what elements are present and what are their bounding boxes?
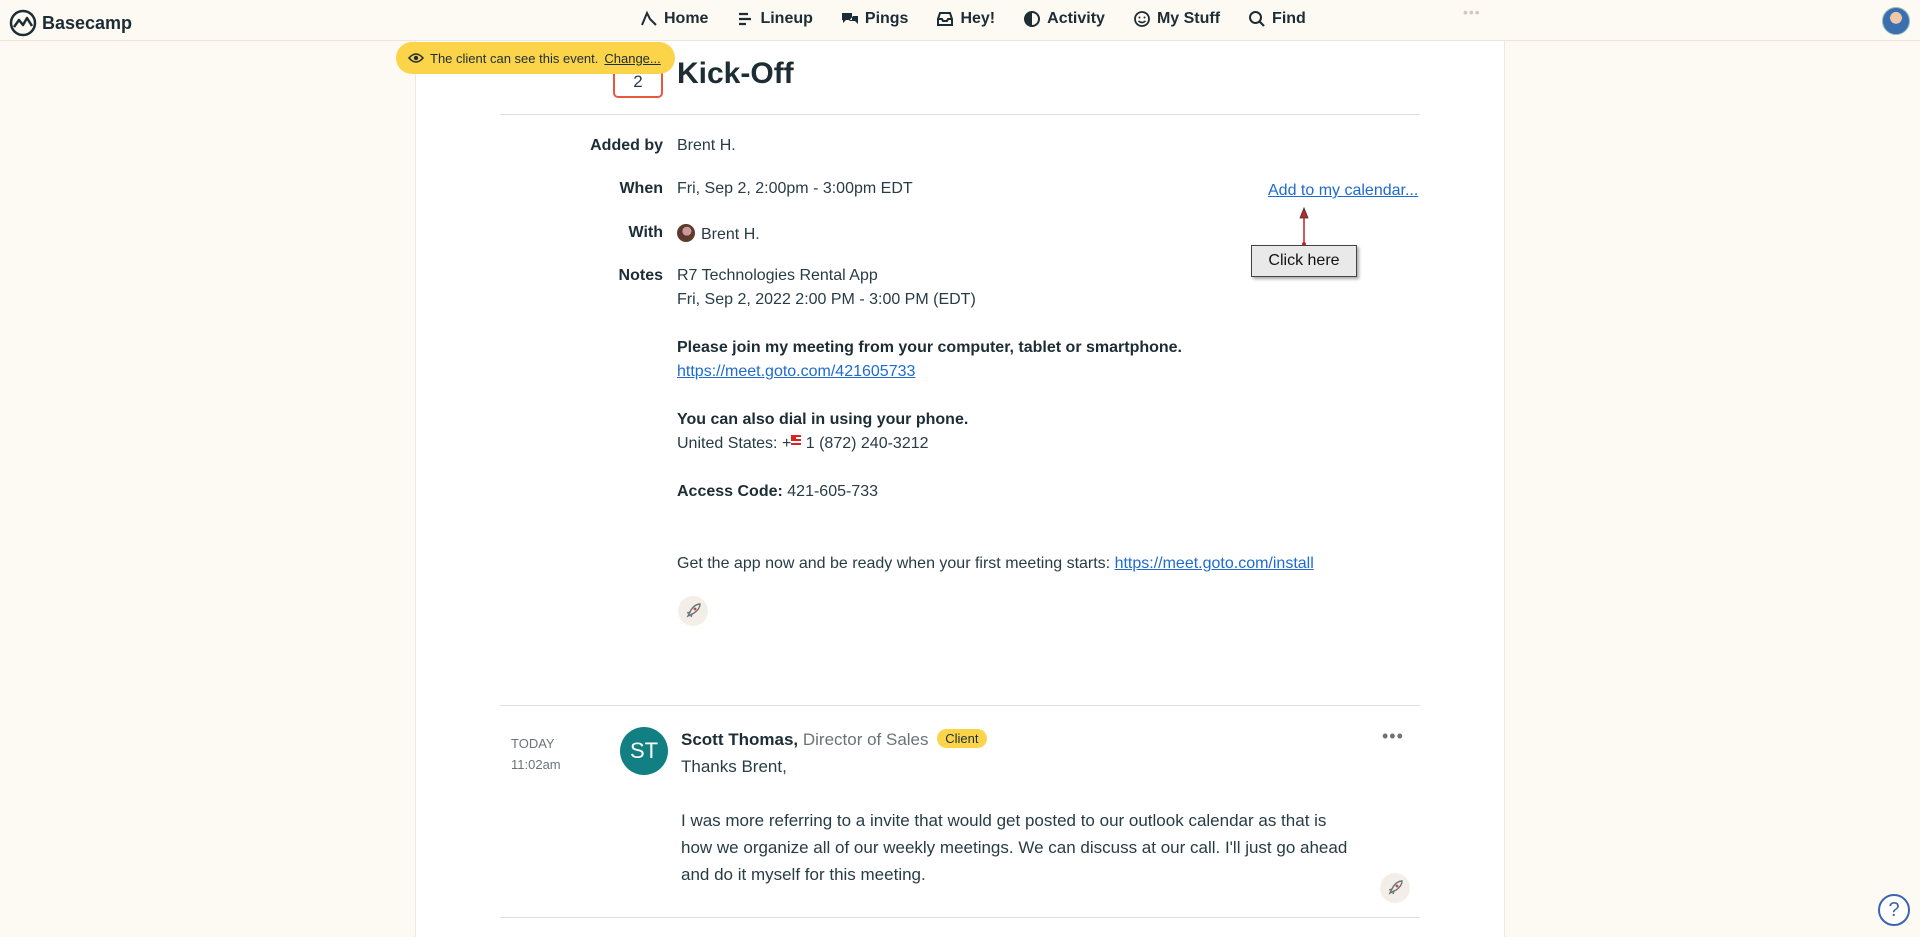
notes-label: Notes <box>618 267 663 284</box>
meeting-link[interactable]: https://meet.goto.com/421605733 <box>677 363 915 381</box>
add-to-calendar-link[interactable]: Add to my calendar... <box>1268 182 1418 200</box>
comment-timestamp: TODAY 11:02am <box>511 733 561 775</box>
when-value: Fri, Sep 2, 2:00pm - 3:00pm EDT <box>677 180 913 197</box>
user-avatar[interactable] <box>1882 7 1910 35</box>
rocket-icon <box>686 603 701 618</box>
nav-home-label: Home <box>664 10 709 27</box>
nav-hey[interactable]: Hey! <box>936 10 995 28</box>
nav-find[interactable]: Find <box>1248 10 1306 28</box>
nav-pings-label: Pings <box>864 10 909 27</box>
hey-icon <box>937 12 954 26</box>
dial-prefix: United States: + <box>677 435 792 452</box>
change-visibility-link[interactable]: Change... <box>604 51 660 66</box>
home-icon <box>641 10 657 26</box>
notes-dial-line: United States: + 1 (872) 240-3212 <box>677 435 929 453</box>
notes-access-line: Access Code: 421-605-733 <box>677 483 878 501</box>
nav-lineup-label: Lineup <box>760 10 813 27</box>
comment-boost-button[interactable] <box>1380 873 1410 903</box>
notes-app-line: Get the app now and be ready when your f… <box>677 555 1314 573</box>
comments-divider <box>500 705 1420 706</box>
title-divider <box>500 114 1420 115</box>
click-here-tooltip: Click here <box>1251 245 1357 277</box>
app-text: Get the app now and be ready when your f… <box>677 555 1111 572</box>
pointer-arrow-icon <box>1299 206 1309 246</box>
comment-greeting: Thanks Brent, <box>681 757 787 776</box>
help-button[interactable]: ? <box>1878 894 1910 926</box>
when-label: When <box>619 180 663 197</box>
attendee-name: Brent H. <box>701 226 760 243</box>
client-badge: Client <box>937 729 987 748</box>
comment-author-role: Director of Sales <box>802 730 929 749</box>
top-more-dots[interactable]: ••• <box>1463 4 1481 20</box>
comment-author-line: Scott Thomas, Director of Sales Client <box>681 729 987 750</box>
comment-bottom-divider <box>500 917 1420 918</box>
added-by-label: Added by <box>590 137 663 154</box>
comment-line1: I was more referring to a invite that wo… <box>681 811 1327 830</box>
activity-icon <box>1024 11 1041 27</box>
nav-activity-label: Activity <box>1047 10 1105 27</box>
with-value: Brent H. <box>677 224 760 244</box>
nav-home[interactable]: Home <box>640 10 708 28</box>
added-by-value: Brent H. <box>677 137 736 154</box>
nav-hey-label: Hey! <box>960 10 996 27</box>
app-name: Basecamp <box>42 12 133 33</box>
comment-time: 11:02am <box>511 757 561 772</box>
eye-icon <box>408 53 424 63</box>
nav-activity[interactable]: Activity <box>1023 10 1105 28</box>
commenter-avatar[interactable]: ST <box>620 727 668 775</box>
comment-more-options[interactable]: ••• <box>1382 726 1404 747</box>
access-code-value: 421-605-733 <box>787 483 879 500</box>
nav-lineup[interactable]: Lineup <box>736 10 813 28</box>
notes-join-heading: Please join my meeting from your compute… <box>677 339 1182 356</box>
boost-button[interactable] <box>678 596 708 626</box>
lineup-icon <box>739 12 752 26</box>
notes-line1: R7 Technologies Rental App <box>677 267 878 284</box>
nav-my-stuff[interactable]: My Stuff <box>1133 10 1220 28</box>
notes-line2: Fri, Sep 2, 2022 2:00 PM - 3:00 PM (EDT) <box>677 291 976 308</box>
comment-line2: how we organize all of our weekly meetin… <box>681 838 1348 857</box>
banner-text: The client can see this event. <box>430 50 599 66</box>
event-title: Kick-Off <box>677 57 794 90</box>
access-code-label: Access Code: <box>677 483 783 500</box>
dial-number: 1 (872) 240-3212 <box>805 435 929 452</box>
us-flag-icon <box>791 435 802 447</box>
client-visibility-banner: The client can see this event. Change... <box>396 42 675 74</box>
search-icon <box>1249 11 1265 27</box>
my-stuff-icon <box>1134 11 1150 27</box>
install-link[interactable]: https://meet.goto.com/install <box>1115 555 1314 572</box>
nav-my-stuff-label: My Stuff <box>1156 10 1221 27</box>
with-label: With <box>628 224 663 241</box>
rocket-icon <box>1388 880 1403 895</box>
pings-icon <box>841 13 858 24</box>
basecamp-logo[interactable]: Basecamp <box>8 8 132 38</box>
nav-pings[interactable]: Pings <box>841 10 909 28</box>
top-navigation-bar: Basecamp Home Lineup Pings Hey! Activity… <box>0 0 1920 41</box>
main-nav: Home Lineup Pings Hey! Activity My Stuff… <box>640 10 1306 28</box>
comment-date: TODAY <box>511 736 555 751</box>
notes-dial-heading: You can also dial in using your phone. <box>677 411 969 428</box>
comment-line3: and do it myself for this meeting. <box>681 865 926 884</box>
comment-author-name: Scott Thomas, <box>681 730 799 749</box>
basecamp-logo-icon <box>9 9 37 37</box>
attendee-avatar <box>677 224 695 242</box>
nav-find-label: Find <box>1272 10 1306 27</box>
event-card <box>415 41 1505 937</box>
